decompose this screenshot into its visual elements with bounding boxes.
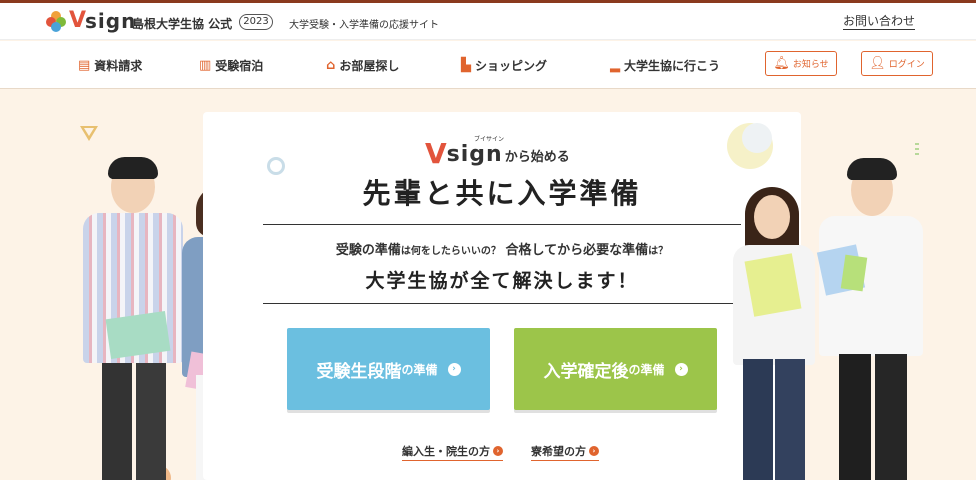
year-badge: 2023 <box>239 14 273 30</box>
university-name: 島根大学生協 公式 <box>132 17 233 31</box>
vsign-v: V <box>425 137 447 170</box>
nav-item-lodging[interactable]: ▥ 受験宿泊 <box>199 57 263 74</box>
nav-item-documents[interactable]: ▤ 資料請求 <box>78 57 142 74</box>
nav-item-shopping[interactable]: ▙ ショッピング <box>461 57 547 74</box>
dorm-label: 寮希望の方 <box>531 445 586 458</box>
notice-button[interactable]: 🔔︎ お知らせ <box>765 51 837 76</box>
hero-answer: 大学生協が全て解決します！ <box>365 270 639 292</box>
main-nav: ▤ 資料請求 ▥ 受験宿泊 ⌂ お部屋探し ▙ ショッピング ▂ 大学生協に行こ… <box>0 41 976 89</box>
nav-label: 資料請求 <box>94 59 143 73</box>
question-2-rest: は？ <box>648 246 669 257</box>
clover-logo-icon <box>46 11 66 32</box>
student-photo-left-male <box>78 155 188 480</box>
bell-icon: 🔔︎ <box>773 56 790 71</box>
hero-questions: 受験の準備は何をしたらいいの？ 合格してから必要な準備は？ <box>263 239 741 258</box>
transfer-graduate-label: 編入生・院生の方 <box>402 445 490 458</box>
chevron-right-icon: › <box>589 446 599 456</box>
cart-icon: ▙ <box>461 58 471 73</box>
admission-prep-label-small: の準備 <box>628 362 665 377</box>
login-label: ログイン <box>888 60 925 70</box>
exam-prep-button[interactable]: 受験生段階 の準備 › <box>287 328 490 410</box>
notice-label: お知らせ <box>792 60 829 70</box>
admission-prep-label-big: 入学確定後 <box>543 361 629 382</box>
building-icon: ▥ <box>199 58 212 73</box>
logo-sign: sign <box>85 9 137 33</box>
house-icon: ⌂ <box>326 58 336 73</box>
user-icon: 👤︎ <box>869 56 886 71</box>
dots-decoration <box>915 143 919 157</box>
site-logo[interactable]: V sign <box>46 10 136 32</box>
document-icon: ▤ <box>78 58 91 73</box>
student-photo-right-male <box>815 158 927 480</box>
nav-label: ショッピング <box>475 59 548 73</box>
chevron-right-icon: › <box>447 362 461 376</box>
question-1-rest: は何をしたらいいの？ <box>400 246 501 257</box>
exam-prep-label-big: 受験生段階 <box>316 361 402 382</box>
site-header: V sign 島根大学生協 公式 2023 大学受験・入学準備の応援サイト お問… <box>0 3 976 40</box>
question-2-main: 合格してから必要な準備 <box>505 243 649 258</box>
nav-label: 大学生協に行こう <box>624 59 721 73</box>
vsign-suffix: から始める <box>504 150 570 165</box>
admission-prep-button[interactable]: 入学確定後 の準備 › <box>514 328 717 410</box>
exam-prep-label-small: の準備 <box>401 362 438 377</box>
dorm-link[interactable]: 寮希望の方 › <box>531 443 599 461</box>
divider-top <box>263 224 741 225</box>
chevron-right-icon: › <box>674 362 688 376</box>
nav-item-room-search[interactable]: ⌂ お部屋探し <box>326 57 399 74</box>
vsign-tagline: V sign から始める <box>425 140 570 168</box>
login-button[interactable]: 👤︎ ログイン <box>861 51 933 76</box>
nav-item-visit-coop[interactable]: ▂ 大学生協に行こう <box>610 57 720 74</box>
triangle-decoration-inner <box>84 128 94 136</box>
contact-link[interactable]: お問い合わせ <box>843 14 916 30</box>
hero-headline: 先輩と共に入学準備 <box>362 177 642 210</box>
shoe-icon: ▂ <box>610 58 620 73</box>
question-1-main: 受験の準備 <box>335 243 401 258</box>
nav-label: 受験宿泊 <box>215 59 264 73</box>
logo-v: V <box>69 8 86 33</box>
transfer-graduate-link[interactable]: 編入生・院生の方 › <box>402 443 503 461</box>
chevron-right-icon: › <box>493 446 503 456</box>
site-tagline: 大学受験・入学準備の応援サイト <box>289 20 439 31</box>
vsign-sign: sign <box>446 142 503 167</box>
nav-label: お部屋探し <box>339 59 400 73</box>
divider-bottom <box>263 303 741 304</box>
student-photo-right-female <box>727 187 819 480</box>
grey-circle-decoration <box>742 123 772 153</box>
